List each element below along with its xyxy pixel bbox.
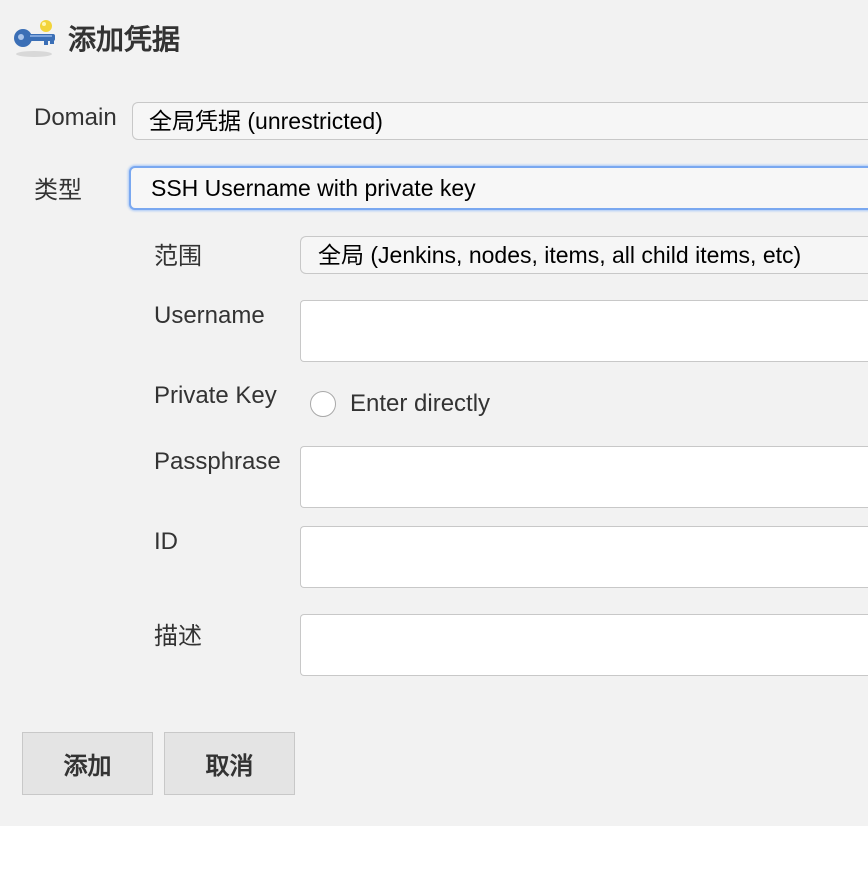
cancel-button[interactable]: 取消 [164,732,295,795]
domain-label: Domain [34,104,117,131]
page-title: 添加凭据 [68,24,181,55]
passphrase-label: Passphrase [154,448,281,475]
id-input[interactable] [300,526,868,588]
private-key-option-enter-directly[interactable]: Enter directly [310,390,490,418]
username-input[interactable] [300,300,868,362]
scope-select[interactable]: 全局 (Jenkins, nodes, items, all child ite… [300,236,868,274]
key-icon [12,12,68,65]
passphrase-input[interactable] [300,446,868,508]
id-label: ID [154,528,178,555]
add-credentials-panel: 添加凭据 Domain 全局凭据 (unrestricted) 类型 SSH U… [0,0,868,826]
description-input[interactable] [300,614,868,676]
username-label: Username [154,302,265,329]
private-key-label: Private Key [154,382,277,409]
domain-select[interactable]: 全局凭据 (unrestricted) [132,102,868,140]
enter-directly-label[interactable]: Enter directly [350,390,490,418]
scope-label: 范围 [154,243,202,270]
kind-label: 类型 [34,177,82,204]
add-button[interactable]: 添加 [22,732,153,795]
enter-directly-radio[interactable] [310,391,336,417]
kind-select[interactable]: SSH Username with private key [129,166,868,210]
page-header: 添加凭据 [12,14,180,62]
description-label: 描述 [154,623,202,650]
